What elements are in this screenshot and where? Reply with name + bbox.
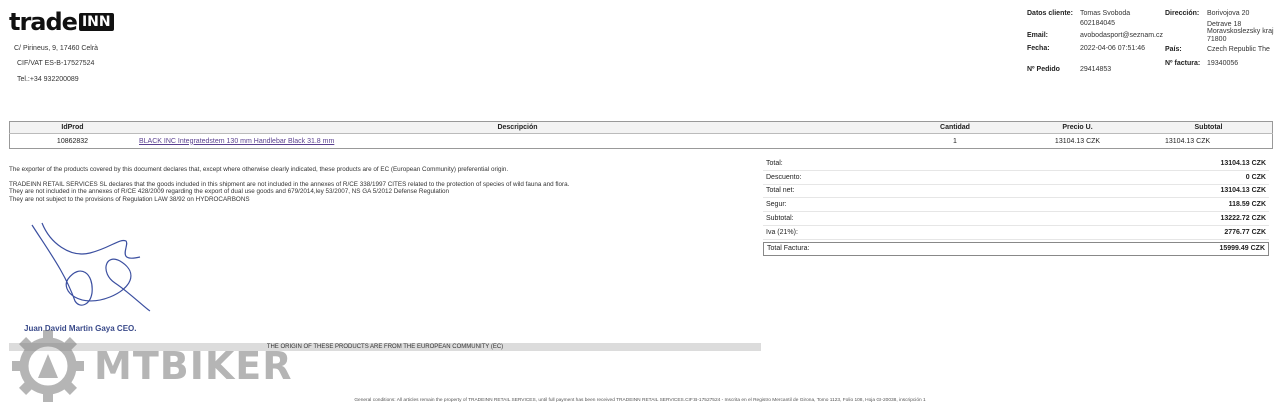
col-unit-price: Precio U. bbox=[1010, 121, 1145, 134]
items-table: IdProd Descripción Cantidad Precio U. Su… bbox=[9, 121, 1273, 149]
vat-value: 2776.77 CZK bbox=[1224, 228, 1266, 236]
address-line4: 71800 bbox=[1207, 36, 1227, 43]
client-name: Tomas Svoboda bbox=[1080, 10, 1131, 17]
company-cif: CIF/VAT ES-B-17527524 bbox=[17, 60, 95, 67]
grand-total-value: 15999.49 CZK bbox=[1219, 245, 1265, 253]
gear-icon bbox=[12, 330, 84, 402]
subtotal-value: 13222.72 CZK bbox=[1220, 215, 1266, 223]
col-description: Descripción bbox=[135, 121, 900, 134]
order-number: 29414853 bbox=[1080, 66, 1112, 73]
company-tel: Tel.:+34 932200089 bbox=[17, 76, 79, 83]
row-subtotal: 13104.13 CZK bbox=[1165, 137, 1211, 145]
pedido-label: Nº Pedido bbox=[1027, 66, 1060, 73]
col-quantity: Cantidad bbox=[900, 121, 1010, 134]
row-description-cell: BLACK INC Integratedstem 130 mm Handleba… bbox=[135, 134, 900, 149]
company-address: C/ Pirineus, 9, 17460 Celrà bbox=[14, 45, 99, 52]
grand-total-label: Total Factura: bbox=[767, 245, 810, 253]
tradeinn-logo: trade INN bbox=[9, 8, 114, 36]
declaration-line2: TRADEINN RETAIL SERVICES SL declares tha… bbox=[9, 181, 570, 188]
insurance-value: 118.59 CZK bbox=[1228, 201, 1266, 209]
client-data-label: Datos cliente: bbox=[1027, 10, 1073, 17]
totals-row: Descuento: 0 CZK bbox=[763, 171, 1269, 185]
col-idprod: IdProd bbox=[9, 121, 135, 134]
discount-label: Descuento: bbox=[766, 173, 802, 181]
email-label: Email: bbox=[1027, 32, 1049, 39]
address-line3: Moravskoslezsky kraj bbox=[1207, 28, 1274, 35]
declaration-line1: The exporter of the products covered by … bbox=[9, 166, 509, 173]
totals-row: Total: 13104.13 CZK bbox=[763, 157, 1269, 171]
totals-row: Iva (21%): 2776.77 CZK bbox=[763, 226, 1269, 240]
total-label: Total: bbox=[766, 159, 783, 167]
subtotal-label: Subtotal: bbox=[766, 215, 794, 223]
invoice-number: 19340056 bbox=[1207, 60, 1239, 67]
total-net-label: Total net: bbox=[766, 187, 795, 195]
grand-total-row: Total Factura: 15999.49 CZK bbox=[763, 241, 1269, 256]
mtbiker-watermark: MTBIKER bbox=[12, 330, 293, 402]
country: Czech Republic The bbox=[1207, 46, 1270, 53]
address-line2: Detrave 18 bbox=[1207, 21, 1242, 28]
pais-label: País: bbox=[1165, 46, 1182, 53]
vat-label: Iva (21%): bbox=[766, 228, 798, 236]
col-subtotal: Subtotal bbox=[1145, 121, 1273, 134]
fecha-label: Fecha: bbox=[1027, 45, 1050, 52]
order-date: 2022-04-06 07:51:46 bbox=[1080, 45, 1145, 52]
total-net-value: 13104.13 CZK bbox=[1220, 187, 1266, 195]
logo-badge: INN bbox=[78, 13, 114, 31]
client-email: avobodasport@seznam.cz bbox=[1080, 32, 1163, 39]
watermark-text: MTBIKER bbox=[94, 344, 293, 388]
declaration-line4: They are not subject to the provisions o… bbox=[9, 196, 250, 203]
direccion-label: Dirección: bbox=[1165, 10, 1200, 17]
client-phone: 602184045 bbox=[1080, 20, 1116, 27]
totals-panel: Total: 13104.13 CZK Descuento: 0 CZK Total… bbox=[763, 157, 1269, 256]
totals-row: Segur: 118.59 CZK bbox=[763, 198, 1269, 213]
total-value: 13104.13 CZK bbox=[1220, 159, 1266, 167]
logo-word: trade bbox=[9, 8, 78, 36]
totals-row: Total net: 13104.13 CZK bbox=[763, 185, 1269, 199]
product-link[interactable]: BLACK INC Integratedstem 130 mm Handleba… bbox=[139, 138, 334, 145]
totals-row: Subtotal: 13222.72 CZK bbox=[763, 212, 1269, 226]
row-idprod: 10862832 bbox=[56, 137, 89, 145]
declaration-line3: They are not included in the annexes of … bbox=[9, 188, 450, 195]
table-row: 10862832 BLACK INC Integratedstem 130 mm… bbox=[10, 134, 1273, 149]
row-quantity: 1 bbox=[953, 137, 957, 145]
row-unit-price: 13104.13 CZK bbox=[1054, 137, 1101, 145]
general-conditions: General conditions: All articles remain … bbox=[354, 398, 926, 403]
signature-image bbox=[31, 222, 151, 312]
discount-value: 0 CZK bbox=[1245, 173, 1266, 181]
address-line1: Borivojova 20 bbox=[1207, 10, 1250, 17]
insurance-label: Segur: bbox=[766, 201, 787, 209]
factura-label: Nº factura: bbox=[1165, 60, 1201, 67]
table-header-row: IdProd Descripción Cantidad Precio U. Su… bbox=[9, 121, 1273, 134]
